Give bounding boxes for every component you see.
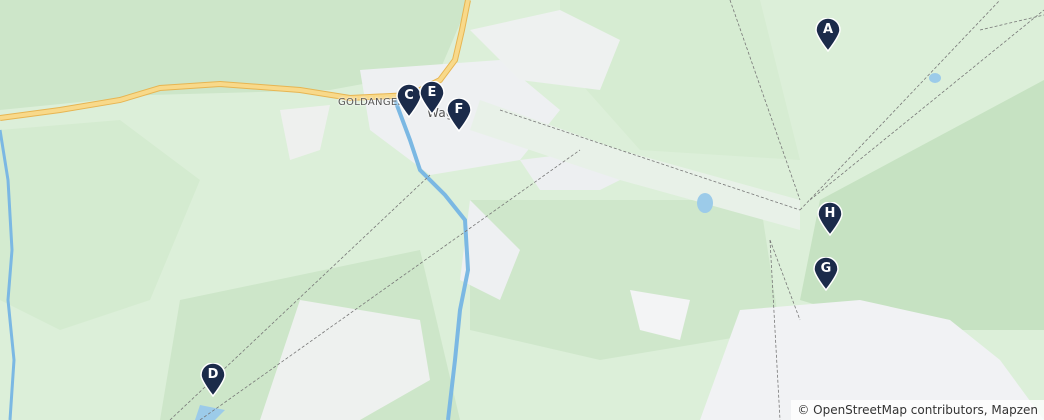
map-marker-h[interactable]: H	[817, 202, 843, 236]
marker-label: A	[822, 22, 834, 37]
map-attribution[interactable]: © OpenStreetMap contributors, Mapzen	[791, 400, 1044, 420]
marker-label: H	[824, 206, 836, 221]
marker-label: E	[427, 85, 437, 100]
terrain-layer	[0, 0, 1044, 420]
place-label-goldanger: GOLDANGER	[338, 97, 405, 108]
map-marker-d[interactable]: D	[200, 363, 226, 397]
map-marker-a[interactable]: A	[815, 18, 841, 52]
map-marker-f[interactable]: F	[446, 98, 472, 132]
map-marker-e[interactable]: E	[419, 81, 445, 115]
map-view[interactable]: GOLDANGER Wag A C E F H G D © OpenStreet…	[0, 0, 1044, 420]
marker-label: D	[207, 367, 219, 382]
marker-label: F	[454, 102, 464, 117]
map-marker-g[interactable]: G	[813, 257, 839, 291]
marker-label: G	[820, 261, 832, 276]
